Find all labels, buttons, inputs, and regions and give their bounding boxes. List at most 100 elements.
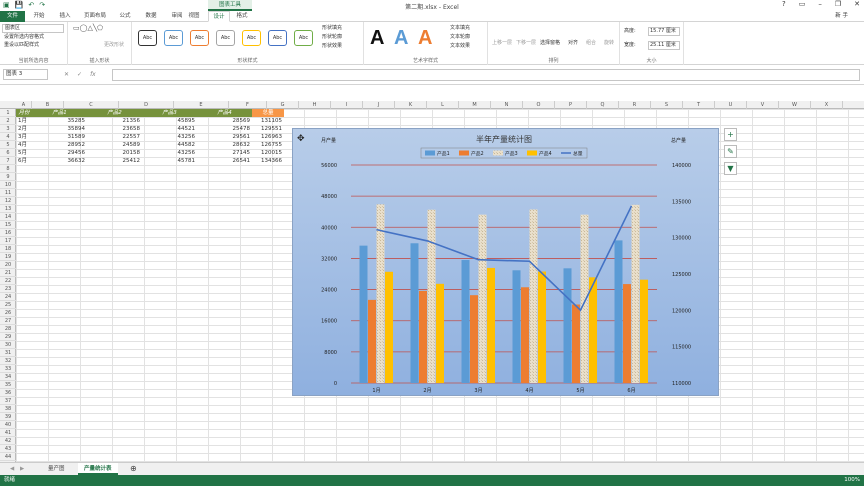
y2-axis-title[interactable]: 总产量 xyxy=(671,137,686,144)
column-header-A[interactable]: A xyxy=(16,101,32,109)
table-cell[interactable]: 36632 xyxy=(32,157,87,165)
sheet-tab-production-table[interactable]: 产量统计表 xyxy=(78,463,118,475)
shape-effects-button[interactable]: 形状效果 xyxy=(322,43,342,50)
bar-产品3[interactable] xyxy=(427,209,436,383)
y2-tick-label[interactable]: 115000 xyxy=(672,345,691,351)
table-header-cell[interactable]: 总量 xyxy=(252,109,284,117)
legend-swatch[interactable] xyxy=(527,150,537,156)
row-header-26[interactable]: 26 xyxy=(0,309,16,317)
shape-fill-button[interactable]: 形状填充 xyxy=(322,25,342,32)
row-header-33[interactable]: 33 xyxy=(0,365,16,373)
row-header-17[interactable]: 17 xyxy=(0,237,16,245)
shape-style-7[interactable]: Abc xyxy=(294,30,313,46)
row-header-34[interactable]: 34 xyxy=(0,373,16,381)
row-header-20[interactable]: 20 xyxy=(0,261,16,269)
bar-产品4[interactable] xyxy=(487,267,495,383)
column-header-U[interactable]: U xyxy=(715,101,747,109)
bar-产品2[interactable] xyxy=(572,304,580,383)
table-cell[interactable]: 44582 xyxy=(142,141,197,149)
row-header-32[interactable]: 32 xyxy=(0,357,16,365)
row-header-13[interactable]: 13 xyxy=(0,205,16,213)
y-tick-label[interactable]: 8000 xyxy=(324,350,337,356)
wordart-orange[interactable]: A xyxy=(418,27,432,50)
table-cell[interactable]: 126755 xyxy=(252,141,284,149)
y-tick-label[interactable]: 16000 xyxy=(321,319,337,325)
table-header-cell[interactable]: 产品4 xyxy=(197,109,252,117)
table-cell[interactable]: 27145 xyxy=(197,149,252,157)
table-cell[interactable]: 29456 xyxy=(32,149,87,157)
selection-pane-button[interactable]: 选择窗格 xyxy=(540,40,560,47)
formula-input[interactable] xyxy=(112,69,860,81)
rotate-button[interactable]: 旋转 xyxy=(604,40,614,47)
table-cell[interactable]: 21356 xyxy=(87,117,142,125)
y-tick-label[interactable]: 24000 xyxy=(321,288,337,294)
row-header-16[interactable]: 16 xyxy=(0,229,16,237)
y-axis-title[interactable]: 月产量 xyxy=(321,137,336,144)
shapes-gallery-icon[interactable]: ▭◯△╲⬠ xyxy=(73,25,103,32)
tab-file[interactable]: 文件 xyxy=(0,11,25,22)
y-tick-label[interactable]: 48000 xyxy=(321,194,337,200)
table-cell[interactable]: 28569 xyxy=(197,117,252,125)
format-selection-button[interactable]: 设置所选内容格式 xyxy=(4,34,44,41)
column-header-P[interactable]: P xyxy=(555,101,587,109)
table-cell[interactable]: 22557 xyxy=(87,133,142,141)
row-header-44[interactable]: 44 xyxy=(0,453,16,461)
name-box[interactable]: 图表 3 xyxy=(3,69,48,80)
x-tick-label[interactable]: 2月 xyxy=(423,388,431,394)
chart-filters-icon[interactable]: ▼ xyxy=(724,162,737,175)
column-header-I[interactable]: I xyxy=(331,101,363,109)
row-header-11[interactable]: 11 xyxy=(0,189,16,197)
column-header-S[interactable]: S xyxy=(651,101,683,109)
shape-style-1[interactable]: Abc xyxy=(138,30,157,46)
row-header-9[interactable]: 9 xyxy=(0,173,16,181)
row-header-1[interactable]: 1 xyxy=(0,109,16,117)
row-header-36[interactable]: 36 xyxy=(0,389,16,397)
y-tick-label[interactable]: 56000 xyxy=(321,163,337,169)
table-cell[interactable]: 35285 xyxy=(32,117,87,125)
column-header-M[interactable]: M xyxy=(459,101,491,109)
bring-forward-button[interactable]: 上移一层 xyxy=(492,40,512,47)
enter-icon[interactable]: ✓ xyxy=(77,71,82,78)
table-cell[interactable]: 25412 xyxy=(87,157,142,165)
table-cell[interactable]: 45895 xyxy=(142,117,197,125)
table-cell[interactable]: 28632 xyxy=(197,141,252,149)
help-icon[interactable]: ? xyxy=(782,0,786,8)
row-header-12[interactable]: 12 xyxy=(0,197,16,205)
row-header-41[interactable]: 41 xyxy=(0,429,16,437)
bar-产品1[interactable] xyxy=(614,240,623,383)
text-effects-button[interactable]: 文本效果 xyxy=(450,43,470,50)
bar-产品1[interactable] xyxy=(512,270,521,383)
column-header-H[interactable]: H xyxy=(299,101,331,109)
close-icon[interactable]: ✕ xyxy=(854,0,860,8)
tab-format[interactable]: 格式 xyxy=(231,11,253,22)
chart-element-dropdown[interactable]: 图表区 xyxy=(2,24,64,33)
row-header-37[interactable]: 37 xyxy=(0,397,16,405)
row-header-42[interactable]: 42 xyxy=(0,437,16,445)
shape-outline-button[interactable]: 形状轮廓 xyxy=(322,34,342,41)
row-header-3[interactable]: 3 xyxy=(0,125,16,133)
row-header-10[interactable]: 10 xyxy=(0,181,16,189)
row-header-5[interactable]: 5 xyxy=(0,141,16,149)
table-cell[interactable]: 126963 xyxy=(252,133,284,141)
ribbon-options-icon[interactable]: ▭ xyxy=(799,0,806,8)
row-header-35[interactable]: 35 xyxy=(0,381,16,389)
column-header-E[interactable]: E xyxy=(174,101,229,109)
add-sheet-icon[interactable]: ⊕ xyxy=(124,463,143,475)
table-cell[interactable]: 129551 xyxy=(252,125,284,133)
legend-label[interactable]: 产品4 xyxy=(539,150,552,157)
bar-产品2[interactable] xyxy=(470,295,478,383)
table-header-cell[interactable]: 产品3 xyxy=(142,109,197,117)
bar-产品2[interactable] xyxy=(419,290,427,383)
row-header-24[interactable]: 24 xyxy=(0,293,16,301)
x-tick-label[interactable]: 5月 xyxy=(576,388,584,394)
table-cell[interactable]: 44521 xyxy=(142,125,197,133)
column-header-Q[interactable]: Q xyxy=(587,101,619,109)
y2-tick-label[interactable]: 120000 xyxy=(672,308,691,314)
legend-swatch[interactable] xyxy=(459,150,469,156)
bar-产品3[interactable] xyxy=(580,214,589,383)
column-header-O[interactable]: O xyxy=(523,101,555,109)
bar-产品4[interactable] xyxy=(436,283,444,383)
table-cell[interactable]: 5月 xyxy=(16,149,32,157)
column-header-C[interactable]: C xyxy=(64,101,119,109)
table-cell[interactable]: 131105 xyxy=(252,117,284,125)
